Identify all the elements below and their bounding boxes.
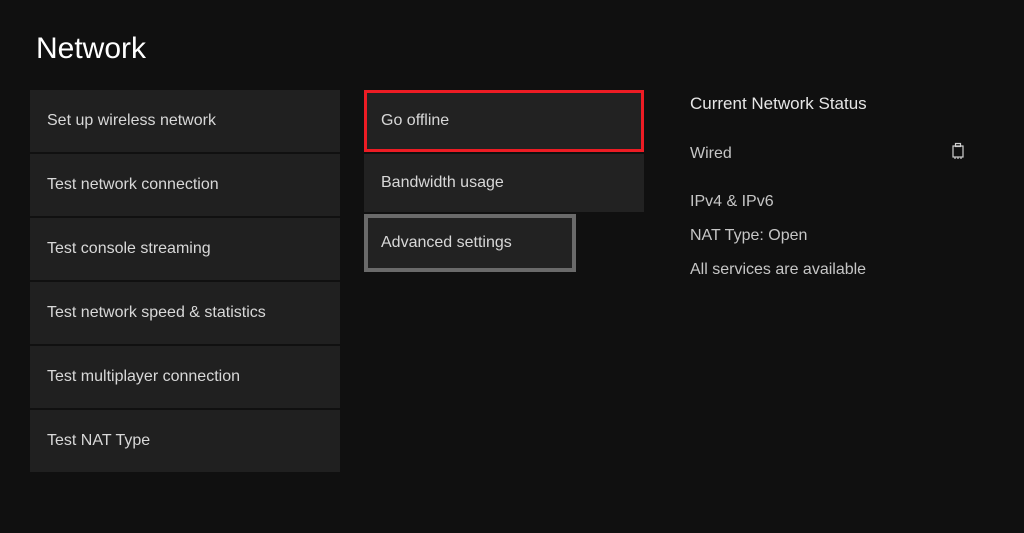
test-speed-statistics-button[interactable]: Test network speed & statistics <box>30 282 340 344</box>
go-offline-button[interactable]: Go offline <box>364 90 644 152</box>
advanced-settings-button[interactable]: Advanced settings <box>364 214 576 272</box>
status-connection: Wired <box>690 145 732 163</box>
test-nat-type-button[interactable]: Test NAT Type <box>30 410 340 472</box>
status-services: All services are available <box>690 261 990 279</box>
page-title: Network <box>0 0 1024 90</box>
test-console-streaming-button[interactable]: Test console streaming <box>30 218 340 280</box>
status-nat: NAT Type: Open <box>690 227 990 245</box>
status-panel: Current Network Status Wired IPv4 & IPv6… <box>690 90 990 472</box>
setup-wireless-button[interactable]: Set up wireless network <box>30 90 340 152</box>
status-ip: IPv4 & IPv6 <box>690 193 990 211</box>
status-heading: Current Network Status <box>690 94 990 114</box>
test-multiplayer-button[interactable]: Test multiplayer connection <box>30 346 340 408</box>
test-network-connection-button[interactable]: Test network connection <box>30 154 340 216</box>
middle-column: Go offline Bandwidth usage Advanced sett… <box>364 90 644 472</box>
left-column: Set up wireless network Test network con… <box>30 90 340 472</box>
bandwidth-usage-button[interactable]: Bandwidth usage <box>364 154 644 212</box>
ethernet-icon <box>951 142 965 165</box>
